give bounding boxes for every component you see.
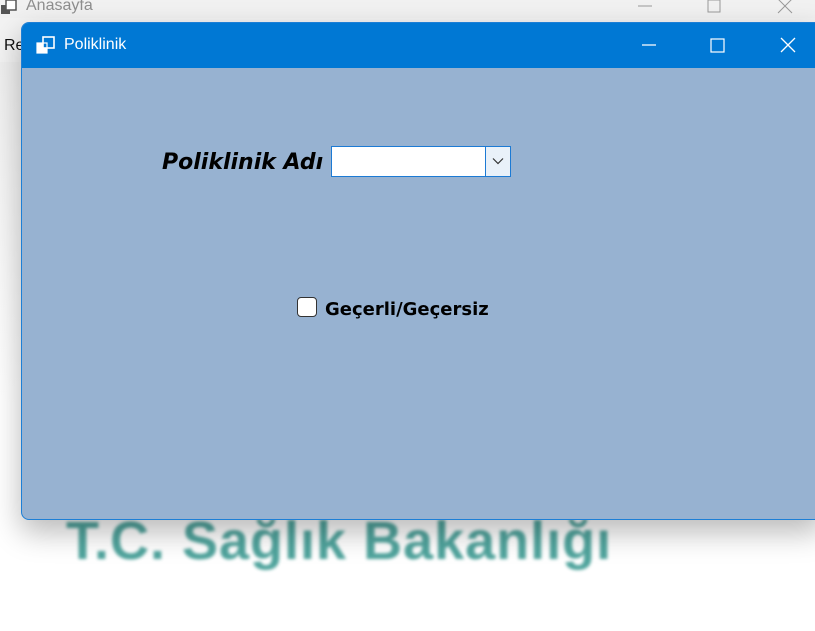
validity-checkbox-label[interactable]: Geçerli/Geçersiz: [325, 299, 489, 320]
validity-checkbox[interactable]: [297, 297, 317, 317]
maximize-icon: [707, 0, 721, 13]
app-icon: [36, 36, 55, 54]
background-titlebar: Anasayfa: [0, 0, 815, 18]
minimize-icon: [638, 5, 652, 7]
poliklinik-name-label: Poliklinik Adı: [162, 150, 324, 175]
maximize-button[interactable]: [694, 31, 740, 59]
minimize-button[interactable]: [626, 31, 672, 59]
close-icon: [780, 37, 796, 53]
close-icon: [777, 0, 793, 14]
background-close-button[interactable]: [770, 0, 800, 17]
chevron-down-icon: [492, 158, 504, 165]
close-button[interactable]: [765, 31, 811, 59]
poliklinik-name-combobox[interactable]: [331, 146, 511, 177]
background-window-title: Anasayfa: [26, 0, 93, 14]
background-app-icon: [1, 0, 17, 14]
maximize-icon: [710, 38, 725, 53]
background-minimize-button[interactable]: [630, 0, 660, 17]
minimize-icon: [642, 44, 656, 46]
combobox-dropdown-button[interactable]: [485, 147, 510, 176]
dialog-title: Poliklinik: [64, 36, 127, 53]
poliklinik-dialog: Poliklinik Poliklinik Adı Geçerli/Geçers…: [21, 22, 815, 520]
dialog-titlebar[interactable]: Poliklinik: [22, 23, 815, 68]
background-maximize-button[interactable]: [699, 0, 729, 17]
